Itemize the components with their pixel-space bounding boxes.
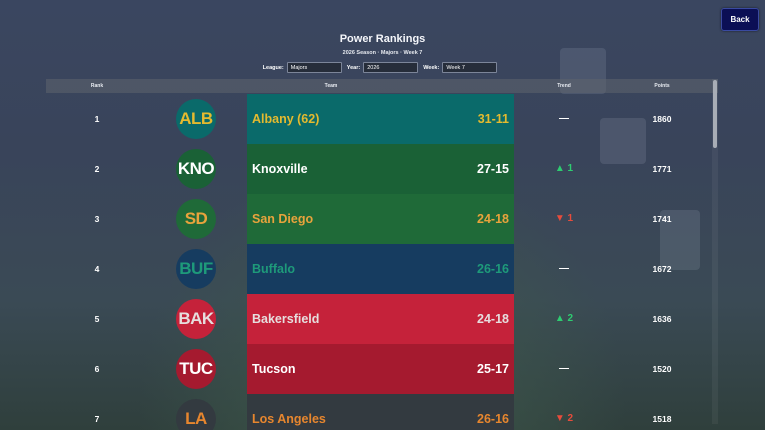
page-title: Power Rankings [339, 33, 426, 45]
trend-up-indicator: ▲ 2 [554, 313, 574, 324]
team-logo: BUF [176, 249, 216, 289]
table-row[interactable]: 1 ALB Albany (62) 31-11 — 1860 [46, 94, 712, 144]
rankings-table-body: 1 ALB Albany (62) 31-11 — 1860 2 KNO Knoxville 27… [46, 94, 712, 430]
team-name: Albany (62) [252, 112, 320, 126]
rank-cell: 2 [94, 164, 100, 174]
trend-flat-indicator: — [559, 363, 569, 374]
points-cell: 1636 [652, 314, 672, 324]
trend-flat-indicator: — [559, 263, 569, 274]
rank-cell: 1 [94, 114, 100, 124]
table-row[interactable]: 7 LA Los Angeles 26-16 ▼ 2 1518 [46, 394, 712, 430]
trend-down-indicator: ▼ 1 [554, 213, 574, 224]
team-cell: Los Angeles 26-16 [247, 394, 514, 430]
league-label: League: [262, 64, 284, 71]
points-cell: 1518 [652, 414, 672, 424]
column-header-points: Points [654, 83, 670, 89]
team-cell: San Diego 24-18 [247, 194, 514, 244]
column-header-rank: Rank [90, 83, 104, 89]
team-name: Los Angeles [252, 412, 326, 426]
team-cell: Buffalo 26-16 [247, 244, 514, 294]
league-select[interactable]: Majors [286, 62, 342, 73]
year-select[interactable]: 2026 [363, 62, 419, 73]
year-label: Year: [346, 64, 361, 71]
team-name: Tucson [252, 362, 296, 376]
team-name: San Diego [252, 212, 314, 226]
points-cell: 1860 [652, 114, 672, 124]
column-header-trend: Trend [557, 83, 571, 89]
table-row[interactable]: 4 BUF Buffalo 26-16 — 1672 [46, 244, 712, 294]
team-cell: Albany (62) 31-11 [247, 94, 514, 144]
points-cell: 1771 [652, 164, 672, 174]
scrollbar-thumb[interactable] [713, 80, 717, 148]
team-name: Knoxville [252, 162, 308, 176]
week-label: Week: [423, 64, 440, 71]
team-record: 27-15 [477, 162, 509, 176]
team-record: 24-18 [477, 312, 509, 326]
points-cell: 1741 [652, 214, 672, 224]
team-cell: Knoxville 27-15 [247, 144, 514, 194]
table-row[interactable]: 3 SD San Diego 24-18 ▼ 1 1741 [46, 194, 712, 244]
team-logo: KNO [176, 149, 216, 189]
rank-cell: 3 [94, 214, 100, 224]
week-select[interactable]: Week 7 [442, 62, 498, 73]
team-logo: SD [176, 199, 216, 239]
points-cell: 1520 [652, 364, 672, 374]
table-row[interactable]: 6 TUC Tucson 25-17 — 1520 [46, 344, 712, 394]
team-logo: TUC [176, 349, 216, 389]
column-header-team: Team [324, 83, 338, 89]
back-button[interactable]: Back [721, 8, 759, 31]
rank-cell: 5 [94, 314, 100, 324]
team-record: 31-11 [477, 112, 509, 126]
rankings-table-header: Rank Team Trend Points [46, 79, 718, 93]
team-name: Buffalo [252, 262, 296, 276]
trend-up-indicator: ▲ 1 [554, 163, 574, 174]
rank-cell: 4 [94, 264, 100, 274]
table-row[interactable]: 5 BAK Bakersfield 24-18 ▲ 2 1636 [46, 294, 712, 344]
trend-down-indicator: ▼ 2 [554, 413, 574, 424]
points-cell: 1672 [652, 264, 672, 274]
team-record: 24-18 [477, 212, 509, 226]
team-cell: Tucson 25-17 [247, 344, 514, 394]
team-logo: BAK [176, 299, 216, 339]
team-record: 25-17 [477, 362, 509, 376]
team-name: Bakersfield [252, 312, 320, 326]
rank-cell: 7 [94, 414, 100, 424]
filter-bar: League: Majors Year: 2026 Week: Week 7 [0, 62, 765, 73]
trend-flat-indicator: — [559, 113, 569, 124]
team-record: 26-16 [477, 262, 509, 276]
table-row[interactable]: 2 KNO Knoxville 27-15 ▲ 1 1771 [46, 144, 712, 194]
team-logo: LA [176, 399, 216, 430]
team-record: 26-16 [477, 412, 509, 426]
team-logo: ALB [176, 99, 216, 139]
team-cell: Bakersfield 24-18 [247, 294, 514, 344]
page-subtitle: 2026 Season · Majors · Week 7 [342, 50, 423, 56]
rank-cell: 6 [94, 364, 100, 374]
